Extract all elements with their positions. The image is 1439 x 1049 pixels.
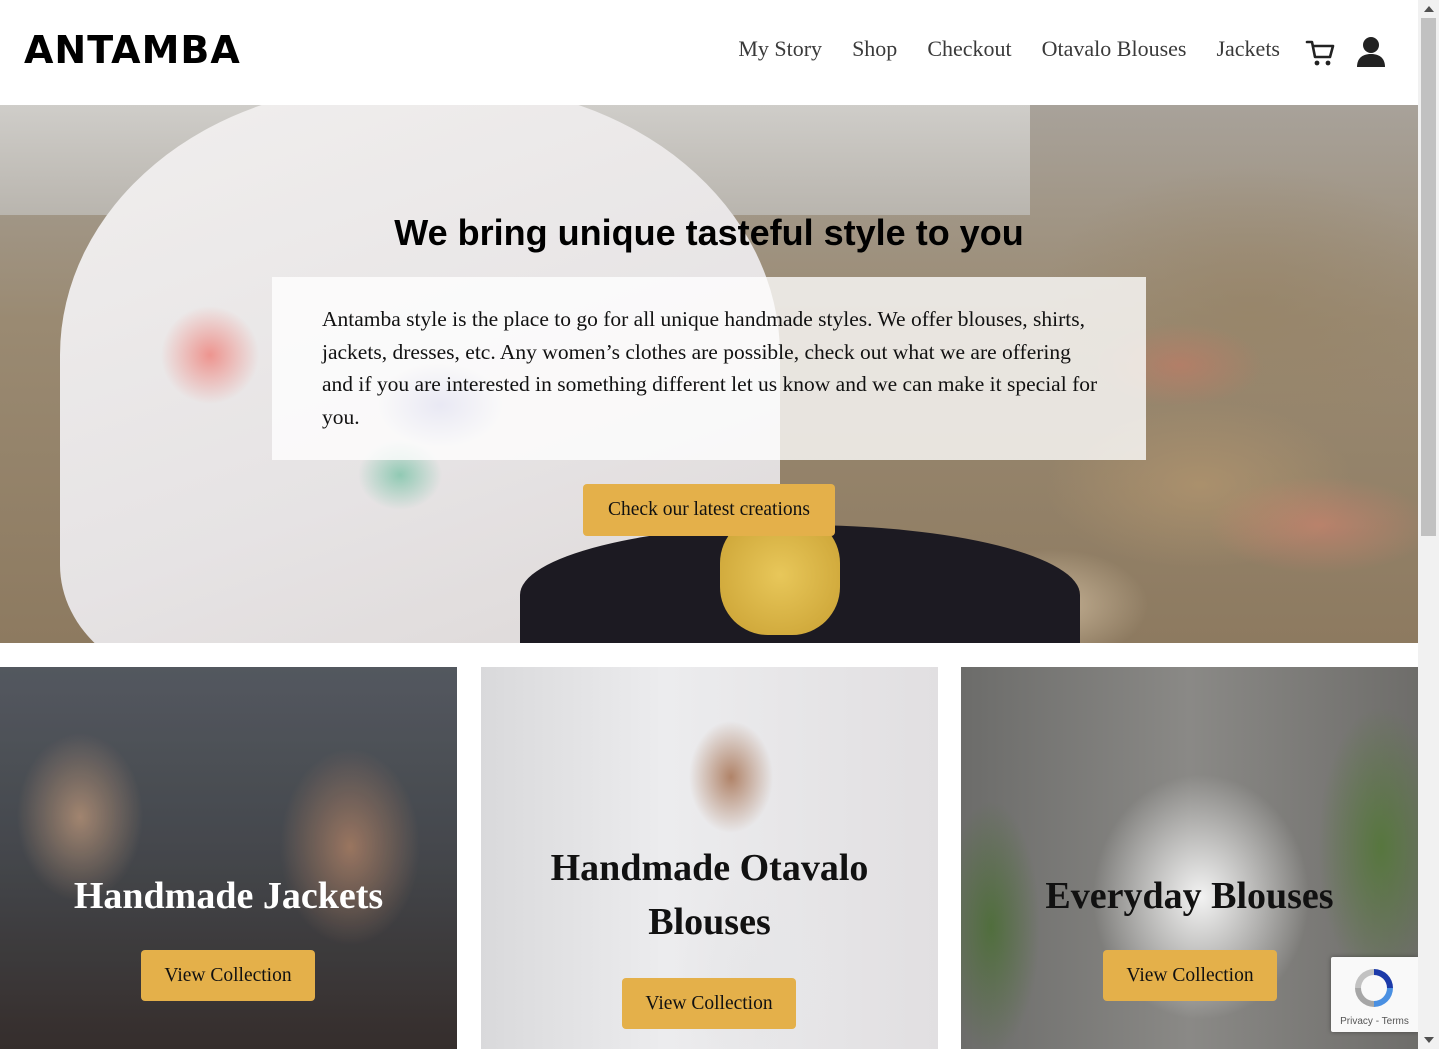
hero-title: We bring unique tasteful style to you [394,212,1024,253]
hero-description: Antamba style is the place to go for all… [322,307,1098,429]
collection-title: Everyday Blouses [1045,875,1334,917]
main-nav: My Story Shop Checkout Otavalo Blouses J… [738,36,1280,62]
nav-checkout[interactable]: Checkout [927,36,1011,62]
recaptcha-privacy-link[interactable]: Privacy [1340,1016,1373,1027]
hero-banner: We bring unique tasteful style to you An… [0,105,1418,643]
view-collection-button[interactable]: View Collection [141,950,315,1001]
recaptcha-terms-link[interactable]: Terms [1382,1016,1409,1027]
recaptcha-links: Privacy - Terms [1331,1016,1418,1027]
hero-text-box: Antamba style is the place to go for all… [272,277,1146,460]
recaptcha-badge[interactable]: Privacy - Terms [1331,957,1418,1032]
scrollbar-thumb[interactable] [1421,18,1436,536]
site-header: ANTAMBA My Story Shop Checkout Otavalo B… [0,0,1418,105]
view-collection-button[interactable]: View Collection [1103,950,1277,1001]
page-scrollbar[interactable] [1418,0,1439,1049]
cart-icon[interactable] [1305,38,1335,68]
collection-card-otavalo-blouses[interactable]: Handmade Otavalo Blouses View Collection [481,667,938,1049]
view-collection-button[interactable]: View Collection [622,978,796,1029]
nav-shop[interactable]: Shop [852,36,897,62]
nav-jackets[interactable]: Jackets [1216,36,1280,62]
collection-card-jackets[interactable]: Handmade Jackets View Collection [0,667,457,1049]
nav-my-story[interactable]: My Story [738,36,822,62]
user-icon[interactable] [1356,36,1386,68]
site-logo[interactable]: ANTAMBA [24,28,241,72]
scroll-down-arrow-icon[interactable] [1418,1031,1439,1049]
nav-otavalo-blouses[interactable]: Otavalo Blouses [1042,36,1187,62]
collection-title: Handmade Jackets [73,875,384,917]
recaptcha-separator: - [1375,1016,1380,1027]
latest-creations-button[interactable]: Check our latest creations [583,484,835,536]
collection-title: Handmade Otavalo Blouses [550,847,869,943]
recaptcha-icon [1351,965,1397,1011]
scroll-up-arrow-icon[interactable] [1418,0,1439,18]
